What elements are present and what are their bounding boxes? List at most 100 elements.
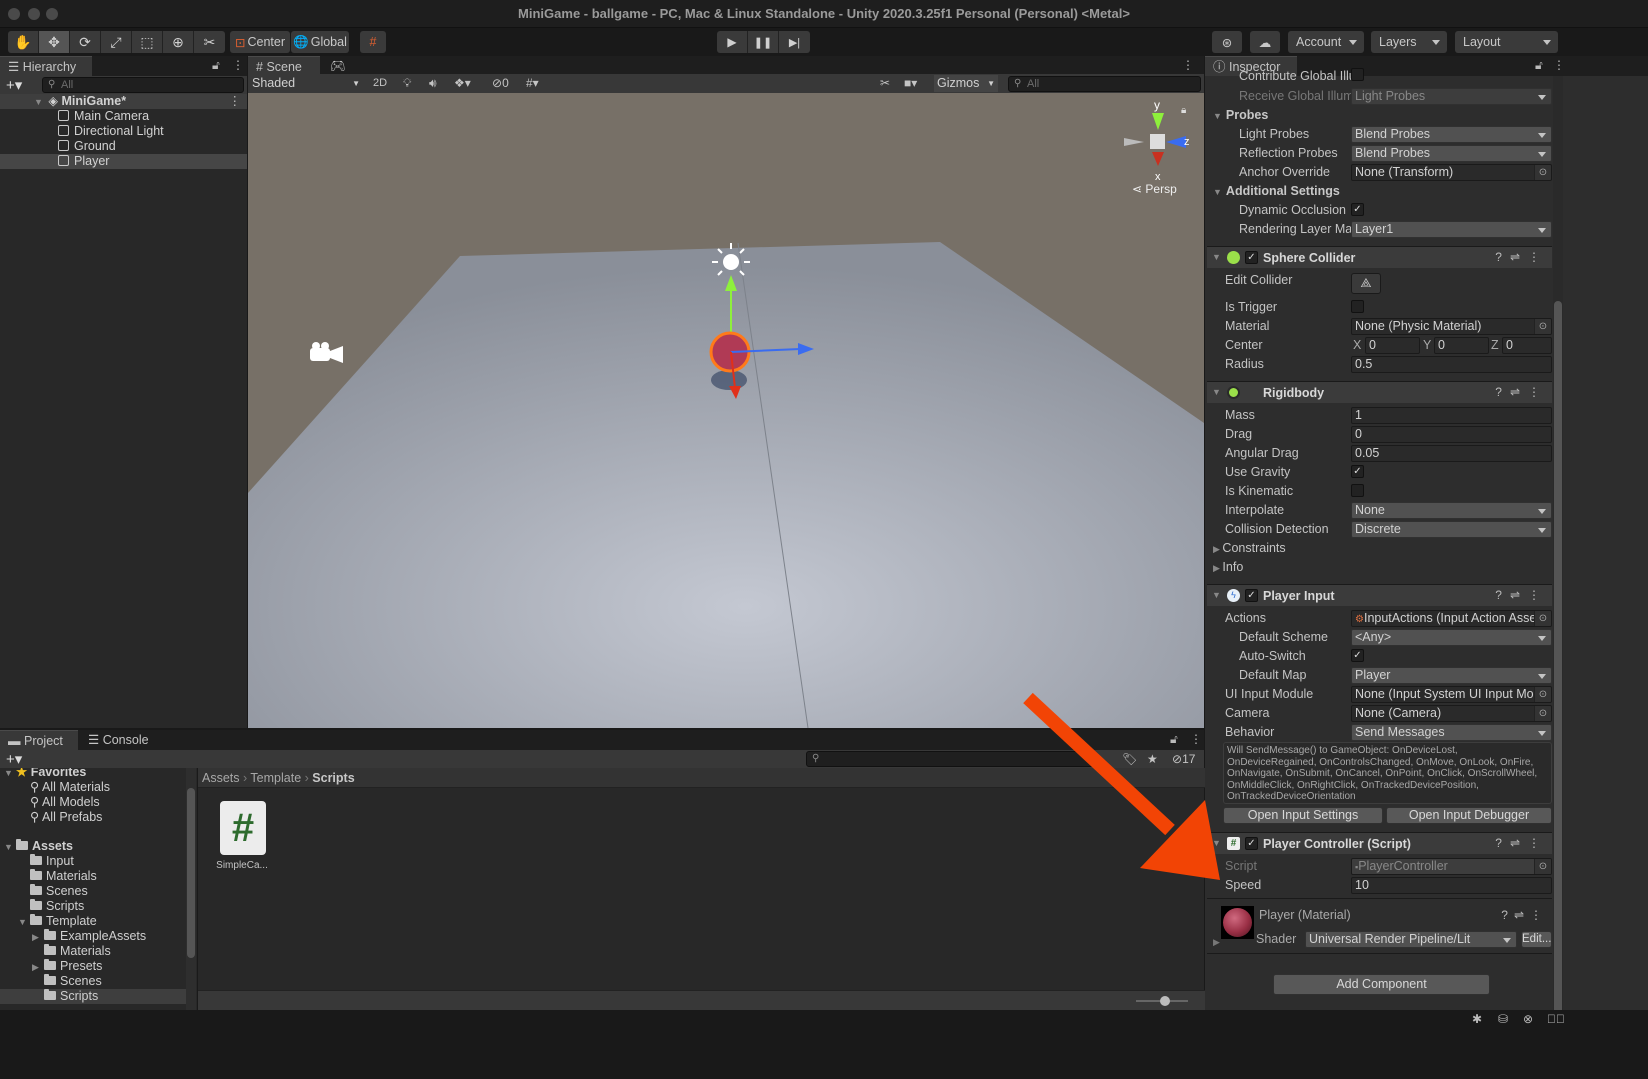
scene-more-icon[interactable]: ⋮ [1182,58,1194,72]
default-scheme-dropdown[interactable]: <Any> [1351,629,1552,646]
more-menu-icon[interactable]: ⋮ [232,58,244,72]
help-icon[interactable]: ? [1495,250,1510,264]
icon-size-slider-handle[interactable] [1160,996,1170,1006]
shading-mode-dropdown[interactable]: Shaded ▼ [252,75,360,92]
drag-field[interactable]: 0 [1351,426,1552,443]
scene-root-row[interactable]: ▼ ◈ MiniGame* ⋮ [0,94,247,109]
auto-switch-checkbox[interactable]: ✓ [1351,649,1364,662]
folder-item[interactable]: Materials [44,944,111,959]
component-menu-icon[interactable]: ⋮ [1528,588,1548,602]
default-map-dropdown[interactable]: Player [1351,667,1552,684]
behavior-dropdown[interactable]: Send Messages [1351,724,1552,741]
actions-field[interactable]: ⚙InputActions (Input Action Asset) ⊙ [1351,610,1552,627]
speed-field[interactable]: 10 [1351,877,1552,894]
tree-scrollbar-thumb[interactable] [187,788,195,958]
custom-tool-icon[interactable]: ✂ [194,31,225,53]
object-picker-icon[interactable]: ⊙ [1534,706,1551,721]
open-input-settings-button[interactable]: Open Input Settings [1223,807,1383,824]
folder-item[interactable]: ▶ Presets [32,959,102,974]
step-button[interactable]: ▶| [779,31,810,53]
folder-item[interactable]: Materials [30,869,97,884]
center-z-field[interactable]: 0 [1502,337,1552,354]
constraints-foldout[interactable]: ▶ Constraints [1207,539,1552,558]
gizmo-lock-icon[interactable]: 🔒︎ [1181,105,1186,116]
use-gravity-checkbox[interactable]: ✓ [1351,465,1364,478]
help-icon[interactable]: ? [1495,588,1510,602]
sphere-collider-header[interactable]: ▼ ✓ Sphere Collider ?⇌⋮ [1207,246,1552,268]
mass-field[interactable]: 1 [1351,407,1552,424]
move-tool-icon[interactable]: ✥ [39,31,70,53]
orientation-gizmo[interactable]: y z x 🔒︎ [1124,98,1194,193]
camera-field[interactable]: None (Camera) ⊙ [1351,705,1552,722]
presets-icon[interactable]: ⇌ [1510,385,1528,399]
tab-hierarchy[interactable]: ☰ Hierarchy [0,56,92,76]
rigidbody-header[interactable]: ▼ Rigidbody ?⇌⋮ [1207,381,1552,403]
folder-item[interactable]: Scenes [44,974,102,989]
rect-tool-icon[interactable]: ⬚ [132,31,163,53]
gizmo-center-cube[interactable] [1150,134,1165,149]
camera-settings-icon[interactable]: ■▾ [904,76,917,90]
play-button[interactable]: ▶ [717,31,748,53]
pause-button[interactable]: ❚❚ [748,31,779,53]
hierarchy-item[interactable]: Ground [0,139,247,154]
sphere-collider-enabled-checkbox[interactable]: ✓ [1245,251,1258,264]
presets-icon[interactable]: ⇌ [1514,908,1530,922]
folder-item[interactable]: ▼ Template [18,914,97,929]
center-x-field[interactable]: 0 [1365,337,1420,354]
gizmo-negz-cone[interactable] [1124,138,1144,146]
account-dropdown[interactable]: Account [1288,31,1364,53]
grid-toggle-icon[interactable]: #▾ [526,76,539,90]
contribute-gi-checkbox[interactable] [1351,68,1364,81]
expand-arrow-icon[interactable]: ▼ [1212,387,1221,397]
presets-icon[interactable]: ⇌ [1510,836,1528,850]
expand-arrow-icon[interactable]: ▼ [1212,252,1221,262]
scene-viewport[interactable]: y z x 🔒︎ ⋖ Persp [248,93,1204,728]
project-create-button[interactable]: +▾ [6,750,22,768]
help-icon[interactable]: ? [1495,385,1510,399]
hierarchy-item[interactable]: Main Camera [0,109,247,124]
open-input-debugger-button[interactable]: Open Input Debugger [1386,807,1552,824]
anchor-override-field[interactable]: None (Transform) ⊙ [1351,164,1552,181]
rotate-tool-icon[interactable]: ⟳ [70,31,101,53]
collapsed-arrow-icon[interactable]: ▶ [32,930,44,945]
breadcrumb-item[interactable]: Assets [202,771,240,785]
probes-section-header[interactable]: ▼ Probes [1207,108,1268,122]
gizmo-y-cone[interactable] [1152,113,1164,130]
expand-arrow-icon[interactable]: ▼ [1212,590,1221,600]
expand-arrow-icon[interactable]: ▼ [18,915,30,930]
light-probes-dropdown[interactable]: Blend Probes [1351,126,1552,143]
effects-toggle-icon[interactable]: ❖▾ [454,76,471,90]
folder-item[interactable]: Scripts [30,899,84,914]
gizmo-z-cone[interactable] [1166,136,1186,148]
collapsed-arrow-icon[interactable]: ▶ [32,960,44,975]
transform-tool-icon[interactable]: ⊕ [163,31,194,53]
component-menu-icon[interactable]: ⋮ [1528,250,1548,264]
help-icon[interactable]: ? [1501,908,1514,922]
scale-tool-icon[interactable]: ⤢ [101,31,132,53]
asset-file[interactable]: # SimpleCa... [212,801,268,881]
assets-header[interactable]: ▼ Assets [4,839,73,854]
snap-grid-button[interactable]: # [360,31,386,53]
tab-console[interactable]: ☰ Console [80,730,160,750]
presets-icon[interactable]: ⇌ [1510,250,1528,264]
gizmos-dropdown[interactable]: Gizmos ▼ [934,75,998,92]
is-trigger-checkbox[interactable] [1351,300,1364,313]
status-ok-icon[interactable]: ✓⃝ [1547,1012,1565,1026]
folder-item-selected[interactable]: Scripts [0,989,186,1004]
hierarchy-item-selected[interactable]: Player [0,154,247,169]
info-foldout[interactable]: ▶ Info [1207,558,1552,577]
favorite-item[interactable]: ⚲ All Models [30,795,100,810]
center-y-field[interactable]: 0 [1434,337,1489,354]
player-input-header[interactable]: ▼ ϟ ✓ Player Input ?⇌⋮ [1207,584,1552,606]
presets-icon[interactable]: ⇌ [1510,588,1528,602]
component-menu-icon[interactable]: ⋮ [1528,385,1548,399]
cache-server-icon[interactable]: ⛁ [1498,1012,1508,1026]
edit-collider-button[interactable]: ⟁ [1351,273,1381,294]
player-controller-enabled-checkbox[interactable]: ✓ [1245,837,1258,850]
folder-item[interactable]: Input [30,854,74,869]
reflection-probes-dropdown[interactable]: Blend Probes [1351,145,1552,162]
tab-game[interactable]: 🎮︎ Game [322,56,382,93]
interpolate-dropdown[interactable]: None [1351,502,1552,519]
debug-mode-icon[interactable]: ✱ [1472,1012,1482,1026]
object-picker-icon[interactable]: ⊙ [1534,165,1551,180]
